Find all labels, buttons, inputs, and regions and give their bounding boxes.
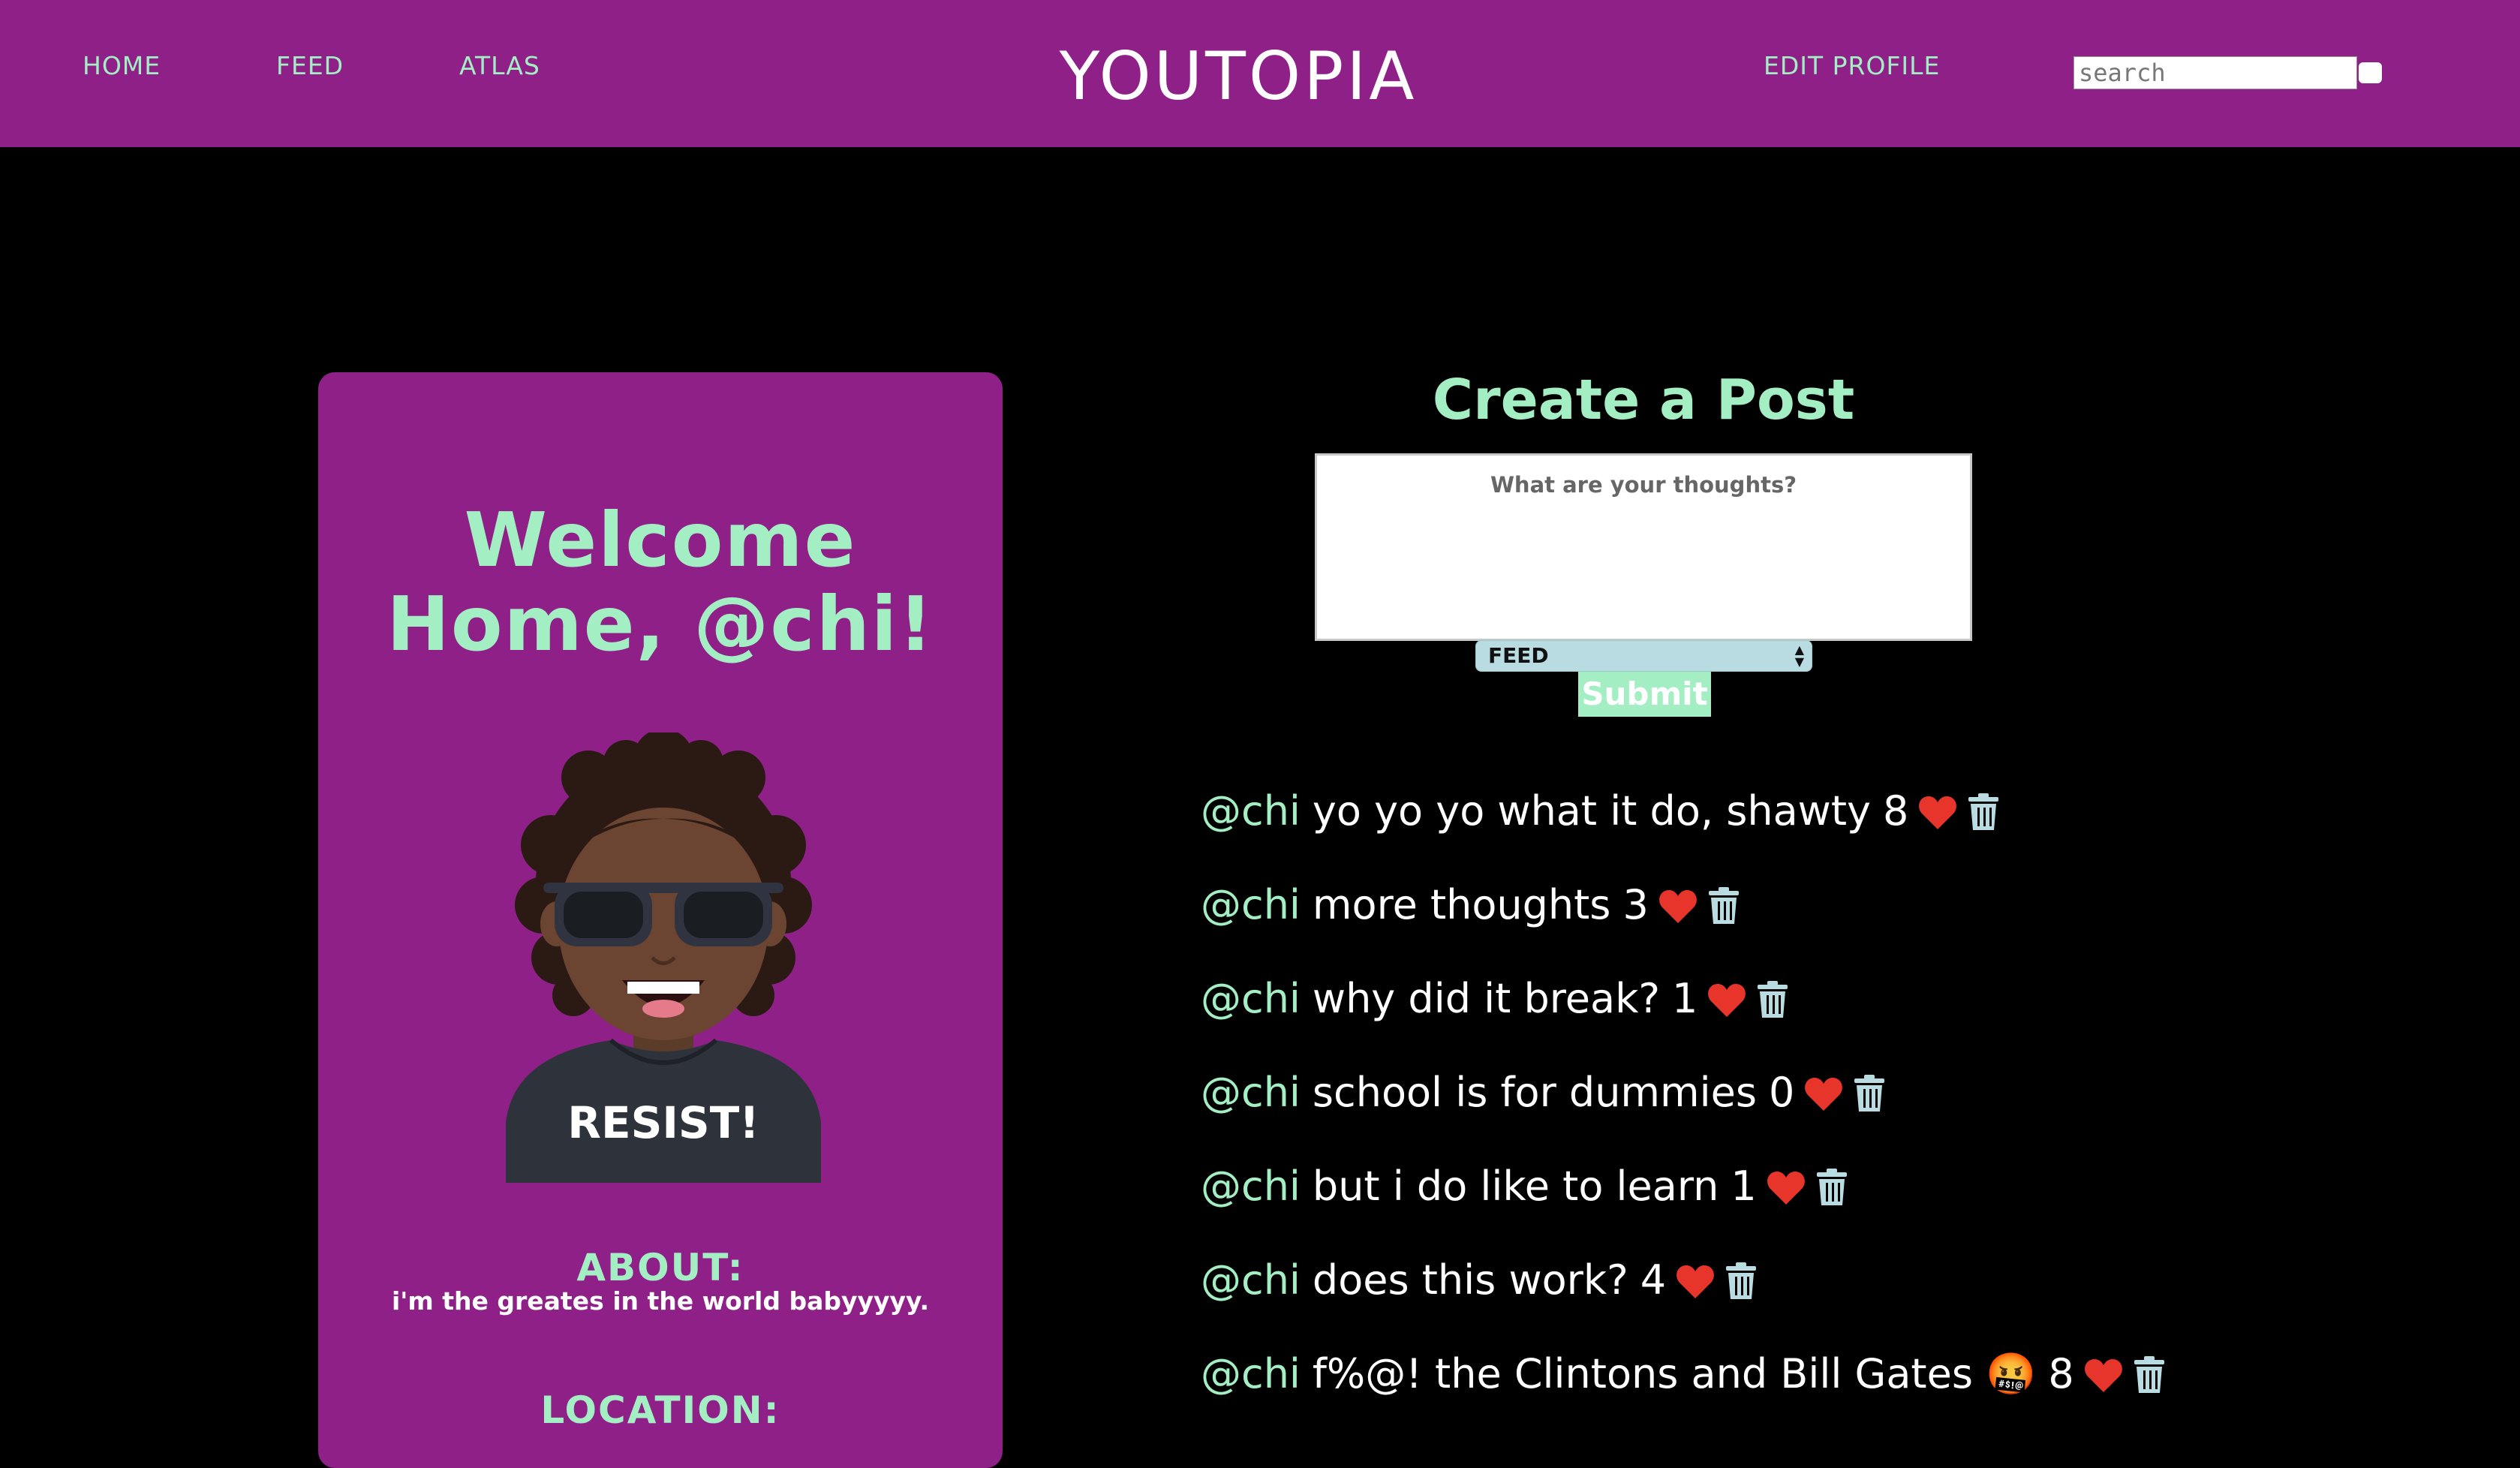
post-like-count: 1 [1672, 975, 1698, 1022]
post-text: f%@! the Clintons and Bill Gates 🤬 [1312, 1350, 2037, 1397]
post-author-handle[interactable]: @chi [1201, 1066, 1301, 1119]
post-author-handle[interactable]: @chi [1201, 785, 1301, 838]
trash-icon[interactable] [2133, 1355, 2166, 1394]
nav-home-link[interactable]: HOME [83, 51, 161, 80]
post-like-count: 8 [2048, 1350, 2074, 1397]
post-author-handle[interactable]: @chi [1201, 1160, 1301, 1213]
search-button[interactable] [2359, 62, 2382, 83]
feed-select-value: FEED [1488, 643, 1549, 668]
search-input[interactable] [2073, 56, 2357, 89]
post-like-count: 8 [1882, 787, 1909, 835]
post-author-handle[interactable]: @chi [1201, 1348, 1301, 1400]
welcome-line-2: Home, @chi! [386, 580, 934, 668]
heart-icon[interactable] [1707, 982, 1747, 1019]
trash-icon[interactable] [1967, 793, 2000, 832]
post-item: @chi f%@! the Clintons and Bill Gates 🤬 8 [1201, 1348, 2476, 1442]
post-text: more thoughts [1312, 881, 1611, 928]
heart-icon[interactable] [1803, 1075, 1844, 1113]
user-avatar: RESIST! [506, 732, 821, 1183]
post-like-count: 0 [1769, 1069, 1795, 1116]
welcome-heading: Welcome Home, @chi! [318, 498, 1003, 666]
edit-profile-link[interactable]: EDIT PROFILE [1764, 51, 1940, 80]
nav-feed-link[interactable]: FEED [276, 51, 344, 80]
heart-icon[interactable] [1917, 794, 1958, 832]
heart-icon[interactable] [1658, 888, 1698, 925]
post-like-count: 1 [1731, 1163, 1757, 1210]
trash-icon[interactable] [1707, 886, 1740, 925]
post-item: @chi but i do like to learn 1 [1201, 1160, 2476, 1254]
trash-icon[interactable] [1756, 980, 1789, 1019]
about-heading: ABOUT: [576, 1246, 744, 1289]
select-arrows-icon: ▲ ▼ [1794, 642, 1804, 669]
trash-icon[interactable] [1725, 1262, 1758, 1301]
top-nav-bar: HOME FEED ATLAS YOUTOPIA EDIT PROFILE [0, 0, 2520, 147]
profile-card: Welcome Home, @chi! RESIST! ABOUT: i'm t… [318, 372, 1003, 1468]
location-heading: LOCATION: [540, 1388, 780, 1432]
avatar-shirt-text: RESIST! [567, 1097, 759, 1148]
post-text: school is for dummies [1312, 1069, 1757, 1116]
heart-icon[interactable] [1675, 1263, 1716, 1301]
heart-icon[interactable] [1766, 1169, 1806, 1207]
post-author-handle[interactable]: @chi [1201, 973, 1301, 1025]
post-text: does this work? [1312, 1256, 1628, 1304]
trash-icon[interactable] [1815, 1168, 1848, 1207]
about-text: i'm the greates in the world babyyyyy. [391, 1286, 930, 1316]
post-item: @chi school is for dummies 0 [1201, 1066, 2476, 1160]
post-item: @chi does this work? 4 [1201, 1254, 2476, 1348]
post-list: @chi yo yo yo what it do, shawty 8 @chi more… [1201, 785, 2476, 1442]
post-text: yo yo yo what it do, shawty [1312, 787, 1871, 835]
welcome-line-1: Welcome [464, 496, 857, 584]
post-item: @chi yo yo yo what it do, shawty 8 [1201, 785, 2476, 879]
post-textarea[interactable] [1315, 453, 1972, 641]
site-logo-title[interactable]: YOUTOPIA [976, 44, 1501, 110]
post-author-handle[interactable]: @chi [1201, 879, 1301, 931]
submit-button[interactable]: Submit [1578, 672, 1711, 717]
nav-atlas-link[interactable]: ATLAS [459, 51, 540, 80]
post-like-count: 3 [1622, 881, 1649, 928]
post-like-count: 4 [1640, 1256, 1667, 1304]
post-item: @chi why did it break? 1 [1201, 973, 2476, 1066]
create-post-title: Create a Post [1432, 368, 1855, 432]
trash-icon[interactable] [1853, 1074, 1886, 1113]
post-text: but i do like to learn [1312, 1163, 1719, 1210]
post-author-handle[interactable]: @chi [1201, 1254, 1301, 1307]
post-item: @chi more thoughts 3 [1201, 879, 2476, 973]
feed-select[interactable]: FEED ▲ ▼ [1475, 640, 1812, 672]
heart-icon[interactable] [2083, 1357, 2124, 1394]
post-text: why did it break? [1312, 975, 1661, 1022]
